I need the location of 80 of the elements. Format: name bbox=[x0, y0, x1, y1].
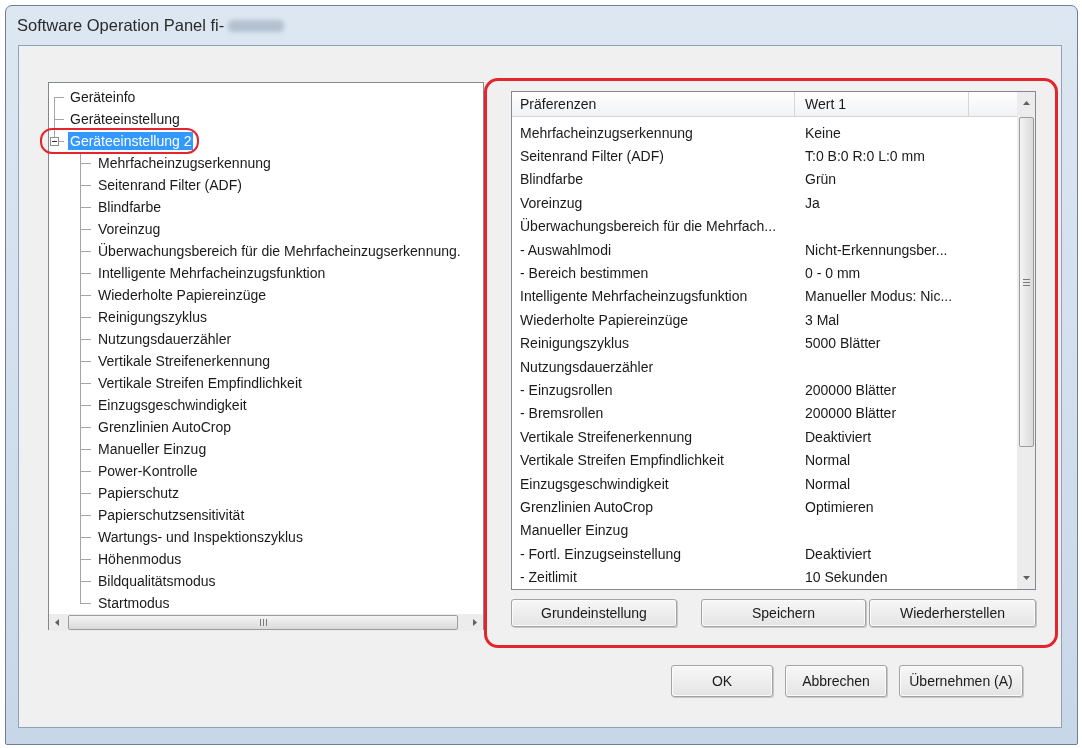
tree-item[interactable]: Geräteinfo bbox=[68, 88, 138, 106]
tree-item[interactable]: Mehrfacheinzugserkennung bbox=[96, 154, 273, 172]
scroll-left-icon[interactable] bbox=[55, 619, 59, 626]
table-cell-text: Normal bbox=[804, 451, 852, 470]
save-button[interactable]: Speichern bbox=[701, 599, 866, 627]
table-cell-text: Grün bbox=[804, 170, 838, 189]
tree-item[interactable]: Blindfarbe bbox=[96, 198, 164, 216]
table-cell-text: T:0 B:0 R:0 L:0 mm bbox=[804, 147, 926, 166]
table-cell-text: 10 Sekunden bbox=[804, 568, 889, 587]
tree-item[interactable]: Intelligente Mehrfacheinzugsfunktion bbox=[96, 264, 328, 282]
tree-item[interactable]: Power-Kontrolle bbox=[96, 462, 200, 480]
tree-item[interactable]: Voreinzug bbox=[96, 220, 163, 238]
table-cell-text: Deaktiviert bbox=[804, 427, 873, 446]
tree-item[interactable]: Wiederholte Papiereinzüge bbox=[96, 286, 269, 304]
tree-item[interactable]: Einzugsgeschwindigkeit bbox=[96, 396, 249, 414]
tree-item[interactable]: Papierschutzsensitivität bbox=[96, 506, 247, 524]
tree-item[interactable]: Grenzlinien AutoCrop bbox=[96, 418, 234, 436]
tree-item[interactable]: Seitenrand Filter (ADF) bbox=[96, 176, 244, 194]
table-cell-text: 3 Mal bbox=[804, 310, 841, 329]
tree-item[interactable]: Vertikale Streifenerkennung bbox=[96, 352, 272, 370]
table-cell-text: Wiederholte Papiereinzüge bbox=[519, 310, 690, 329]
table-cell-text: Nutzungsdauerzähler bbox=[519, 357, 655, 376]
reset-button[interactable]: Grundeinstellung bbox=[511, 599, 677, 627]
restore-button[interactable]: Wiederherstellen bbox=[869, 599, 1036, 627]
table-cell-text: Deaktiviert bbox=[804, 544, 873, 563]
tree-item[interactable]: Reinigungszyklus bbox=[96, 308, 209, 326]
table-cell-text: Voreinzug bbox=[519, 193, 584, 212]
grip-icon bbox=[1022, 278, 1030, 286]
table-cell-text: Normal bbox=[804, 474, 852, 493]
table-cell-text: Keine bbox=[804, 123, 842, 142]
scroll-right-icon[interactable] bbox=[473, 619, 477, 626]
scrollbar-thumb[interactable] bbox=[1018, 117, 1034, 447]
table-cell-text: - Fortl. Einzugseinstellung bbox=[519, 544, 683, 563]
grip-icon bbox=[259, 619, 267, 626]
table-cell-text: 0 - 0 mm bbox=[804, 264, 862, 283]
table-cell-text: Vertikale Streifen Empfindlichkeit bbox=[519, 451, 725, 470]
tree-item[interactable]: Überwachungsbereich für die Mehrfacheinzugserkennung. bbox=[96, 242, 463, 260]
table-cell-text: Mehrfacheinzugserkennung bbox=[519, 123, 694, 142]
table-cell-text: - Bremsrollen bbox=[519, 404, 605, 423]
tree-item[interactable]: Vertikale Streifen Empfindlichkeit bbox=[96, 374, 304, 392]
table-cell-text: Vertikale Streifenerkennung bbox=[519, 427, 693, 446]
table-cell-text: - Zeitlimit bbox=[519, 568, 578, 587]
table-cell-text: Intelligente Mehrfacheinzugsfunktion bbox=[519, 287, 749, 306]
horizontal-scrollbar[interactable] bbox=[49, 614, 483, 631]
tree-item[interactable]: Papierschutz bbox=[96, 484, 181, 502]
table-cell-text: 200000 Blätter bbox=[804, 404, 898, 423]
tree-item[interactable]: Wartungs- und Inspektionszyklus bbox=[96, 528, 305, 546]
table-cell-text: 200000 Blätter bbox=[804, 381, 898, 399]
ok-button[interactable]: OK bbox=[671, 665, 773, 697]
table-cell-text: - Bereich bestimmen bbox=[519, 264, 650, 283]
table-cell-text: Reinigungszyklus bbox=[519, 334, 630, 353]
column-header[interactable]: Wert 1 bbox=[795, 92, 969, 116]
scroll-down-icon[interactable] bbox=[1022, 576, 1030, 580]
table-cell-text: Optimieren bbox=[804, 497, 875, 516]
table-cell-text: Einzugsgeschwindigkeit bbox=[519, 474, 670, 493]
table-cell-text: - Auswahlmodi bbox=[519, 240, 613, 259]
table-cell-text: - Einzugsrollen bbox=[519, 381, 614, 399]
table-cell-text: Überwachungsbereich für die Mehrfach... bbox=[519, 217, 778, 236]
tree-item[interactable]: Manueller Einzug bbox=[96, 440, 209, 458]
tree-item[interactable]: Geräteeinstellung bbox=[68, 110, 182, 128]
table-cell-text: Ja bbox=[804, 193, 821, 212]
table-cell-text: Grenzlinien AutoCrop bbox=[519, 497, 655, 516]
blurred-patch bbox=[228, 19, 285, 32]
table-cell-text: Seitenrand Filter (ADF) bbox=[519, 147, 665, 166]
table-cell-text: Manueller Einzug bbox=[519, 521, 630, 540]
scrollbar-thumb[interactable] bbox=[68, 615, 458, 630]
tree-item[interactable]: Nutzungsdauerzähler bbox=[96, 330, 234, 348]
column-header[interactable]: Präferenzen bbox=[512, 92, 795, 116]
table-cell-text: Blindfarbe bbox=[519, 170, 585, 189]
vertical-scrollbar[interactable] bbox=[1017, 92, 1035, 589]
scroll-up-icon[interactable] bbox=[1022, 101, 1030, 105]
window-title: Software Operation Panel fi- bbox=[17, 16, 225, 35]
table-cell-text: Manueller Modus: Nic... bbox=[804, 287, 954, 306]
tree-item[interactable]: Höhenmodus bbox=[96, 550, 184, 568]
table-cell-text: 5000 Blätter bbox=[804, 334, 882, 353]
tree-item[interactable]: Bildqualitätsmodus bbox=[96, 572, 218, 590]
tree-item[interactable]: Startmodus bbox=[96, 594, 172, 612]
cancel-button[interactable]: Abbrechen bbox=[785, 665, 887, 697]
apply-button[interactable]: Übernehmen (A) bbox=[899, 665, 1023, 697]
table-cell-text: Nicht-Erkennungsber... bbox=[804, 240, 949, 259]
